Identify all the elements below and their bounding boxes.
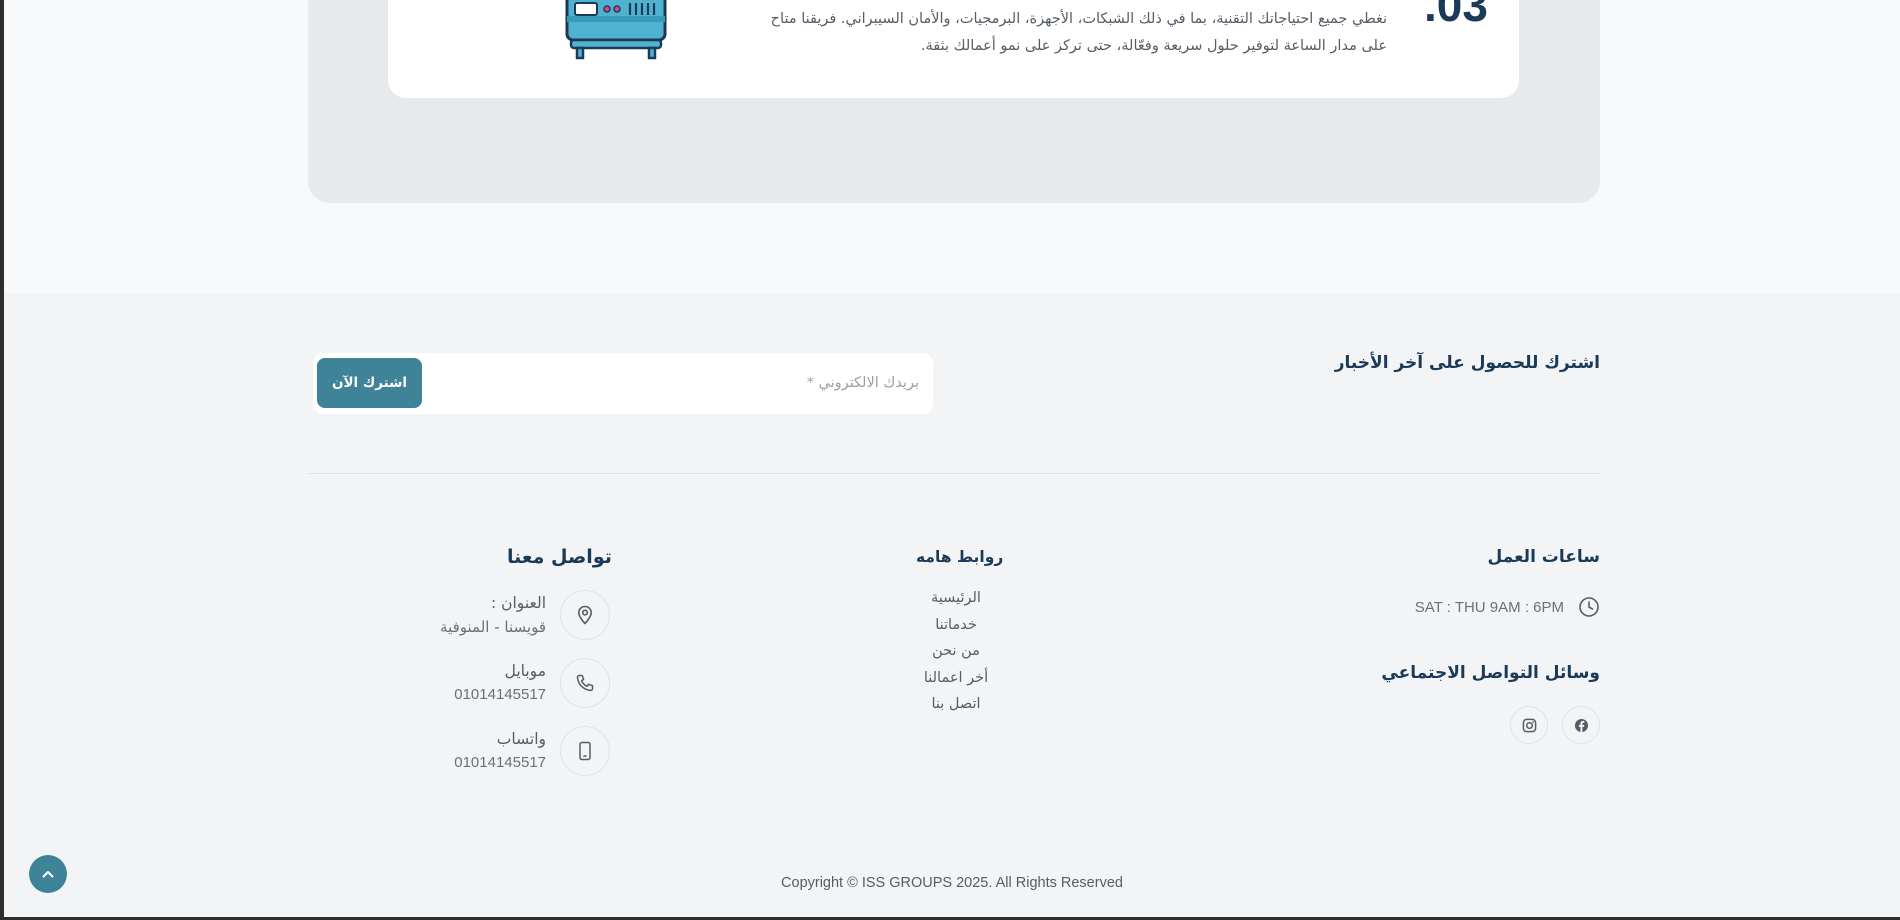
copyright-text: Copyright © ISS GROUPS 2025. All Rights … [781, 875, 1123, 891]
whatsapp-value[interactable]: 01014145517 [454, 751, 546, 775]
chevron-up-icon [42, 871, 54, 878]
footer-divider [308, 473, 1600, 474]
footer-link-services[interactable]: خدماتنا [916, 612, 996, 639]
phone-icon-wrapper[interactable] [560, 658, 610, 708]
server-icon [565, 0, 667, 60]
social-media-title: وسائل التواصل الاجتماعي [1381, 663, 1600, 683]
smartphone-icon [579, 741, 591, 761]
footer-link-portfolio[interactable]: أخر اعمالنا [916, 665, 996, 692]
instagram-icon [1522, 718, 1536, 732]
facebook-icon [1574, 718, 1588, 732]
contact-address: العنوان : قويسنا - المنوفية [440, 590, 610, 640]
mobile-label: موبايل [504, 662, 546, 680]
footer-link-home[interactable]: الرئيسية [916, 585, 996, 612]
footer: اشترك للحصول على آخر الأخبار اشترك الآن … [4, 293, 1900, 917]
location-icon-wrapper [560, 590, 610, 640]
whatsapp-text: واتساب 01014145517 [454, 727, 546, 775]
instagram-link[interactable] [1510, 706, 1548, 744]
social-links [1510, 706, 1600, 744]
contact-mobile: موبايل 01014145517 [454, 658, 610, 708]
important-links: الرئيسية خدماتنا من نحن أخر اعمالنا اتصل… [916, 585, 996, 718]
services-section: .03 نغطي جميع احتياجاتك التقنية، بما في … [4, 0, 1900, 293]
newsletter-title: اشترك للحصول على آخر الأخبار [1334, 353, 1600, 373]
address-value: قويسنا - المنوفية [440, 618, 546, 636]
service-description-line: نغطي جميع احتياجاتك التقنية، بما في ذلك … [770, 11, 1387, 27]
address-text: العنوان : قويسنا - المنوفية [440, 591, 546, 639]
smartphone-icon-wrapper[interactable] [560, 726, 610, 776]
contact-whatsapp: واتساب 01014145517 [454, 726, 610, 776]
service-description-line: على مدار الساعة لتوفير حلول سريعة وفعّال… [920, 38, 1387, 54]
facebook-link[interactable] [1562, 706, 1600, 744]
working-hours-title: ساعات العمل [1487, 547, 1600, 567]
email-input[interactable] [425, 365, 919, 401]
mobile-value[interactable]: 01014145517 [454, 683, 546, 707]
contact-title: تواصل معنا [507, 546, 612, 568]
subscribe-button[interactable]: اشترك الآن [317, 358, 422, 408]
important-links-title: روابط هامه [916, 548, 1004, 566]
newsletter-form: اشترك الآن [313, 353, 933, 414]
clock-icon [1579, 597, 1599, 617]
scroll-to-top-button[interactable] [29, 855, 67, 893]
page: .03 نغطي جميع احتياجاتك التقنية، بما في … [4, 0, 1900, 917]
footer-link-contact[interactable]: اتصل بنا [916, 691, 996, 718]
service-number: .03 [1424, 0, 1488, 31]
address-label: العنوان : [490, 594, 546, 612]
service-description: نغطي جميع احتياجاتك التقنية، بما في ذلك … [667, 6, 1387, 60]
working-hours: SAT : THU 9AM : 6PM [1415, 595, 1600, 619]
footer-link-about[interactable]: من نحن [916, 638, 996, 665]
mobile-text: موبايل 01014145517 [454, 659, 546, 707]
location-icon [577, 605, 593, 625]
whatsapp-label: واتساب [496, 730, 546, 748]
working-hours-text: SAT : THU 9AM : 6PM [1414, 598, 1564, 616]
phone-icon [576, 674, 594, 692]
